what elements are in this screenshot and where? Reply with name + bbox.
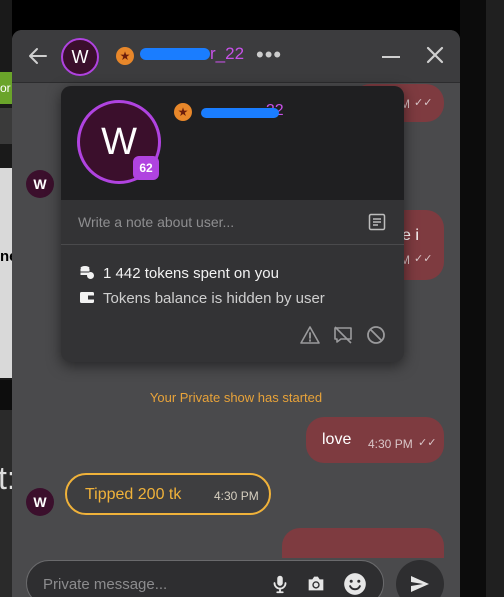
message-time: 4:30 PM bbox=[368, 437, 413, 451]
avatar[interactable]: W bbox=[61, 38, 99, 76]
read-receipt-icon: ✓✓ bbox=[414, 253, 433, 265]
background-divider bbox=[0, 380, 12, 410]
tip-message: Tipped 200 tk 4:30 PM bbox=[65, 473, 271, 515]
star-badge-icon: ★ bbox=[174, 103, 192, 121]
tokens-spent-row: 1 442 tokens spent on you bbox=[79, 264, 279, 282]
message-bubble: love 4:30 PM ✓✓ bbox=[306, 417, 444, 463]
note-icon[interactable] bbox=[367, 212, 387, 232]
private-message-input-wrapper bbox=[26, 560, 384, 597]
background-text-panel: ne bbox=[0, 168, 12, 378]
tokens-balance-text: Tokens balance is hidden by user bbox=[103, 290, 325, 307]
hide-chat-icon[interactable] bbox=[332, 324, 354, 346]
avatar[interactable]: W bbox=[26, 170, 54, 198]
background-right-strip bbox=[486, 0, 504, 597]
microphone-icon[interactable] bbox=[269, 573, 291, 595]
more-dots-icon[interactable]: ••• bbox=[256, 42, 282, 68]
read-receipt-icon: ✓✓ bbox=[414, 97, 433, 109]
report-icon[interactable] bbox=[299, 324, 321, 346]
user-note-field-wrapper bbox=[61, 200, 404, 245]
star-badge-icon: ★ bbox=[116, 47, 134, 65]
avatar[interactable]: W bbox=[26, 488, 54, 516]
message-bubble bbox=[282, 528, 444, 558]
system-message: Your Private show has started bbox=[149, 390, 323, 405]
coins-icon bbox=[80, 266, 94, 279]
minimize-icon[interactable] bbox=[382, 56, 400, 58]
emoji-icon[interactable] bbox=[342, 571, 368, 597]
wallet-icon bbox=[80, 292, 94, 303]
tokens-balance-row: Tokens balance is hidden by user bbox=[79, 289, 325, 307]
user-note-field[interactable] bbox=[76, 211, 350, 233]
tokens-spent-text: 1 442 tokens spent on you bbox=[103, 265, 279, 282]
message-text: love bbox=[322, 431, 352, 448]
redaction-mark bbox=[201, 108, 279, 118]
redaction-mark bbox=[140, 48, 210, 60]
background-panel-large: t: bbox=[0, 410, 12, 597]
background-panel bbox=[0, 108, 12, 144]
block-icon[interactable] bbox=[365, 324, 387, 346]
background-green-button: or bbox=[0, 72, 12, 104]
chat-header: W ★ xxxxxxxxr_22 ••• bbox=[12, 30, 460, 83]
tip-text: Tipped 200 tk bbox=[85, 486, 182, 503]
camera-icon[interactable] bbox=[304, 573, 328, 595]
message-text: e i bbox=[402, 227, 419, 244]
close-icon[interactable] bbox=[422, 42, 448, 68]
popover-header: W 62 ★ xxxxxxx_22 bbox=[61, 86, 404, 200]
read-receipt-icon: ✓✓ bbox=[418, 437, 437, 449]
arrow-left-icon[interactable] bbox=[26, 44, 50, 68]
level-badge: 62 bbox=[133, 156, 159, 180]
send-icon bbox=[411, 576, 429, 592]
private-message-input[interactable] bbox=[41, 572, 245, 596]
message-time: 4:30 PM bbox=[214, 489, 259, 503]
user-info-popover: W 62 ★ xxxxxxx_22 1 442 tokens spent on … bbox=[61, 86, 404, 362]
send-button[interactable] bbox=[396, 560, 444, 597]
